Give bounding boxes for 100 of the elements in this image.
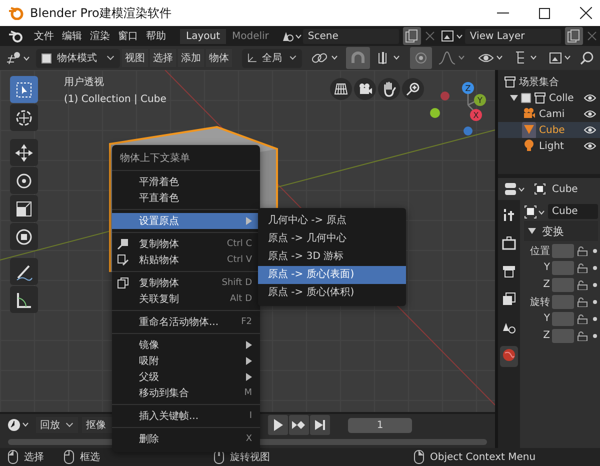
eye-icon[interactable] xyxy=(584,142,596,150)
outliner-item[interactable]: Cami xyxy=(498,106,600,122)
outliner-item[interactable]: 场景集合 xyxy=(498,74,600,90)
keyframe-dot-icon[interactable] xyxy=(593,316,597,320)
zoom-icon[interactable] xyxy=(402,78,424,100)
transform-tool-button[interactable] xyxy=(10,223,38,250)
lock-icon[interactable] xyxy=(576,296,588,306)
menu-item[interactable]: 设置原点 xyxy=(112,213,260,229)
menu-item[interactable]: 关联复制 Alt D xyxy=(112,291,260,307)
copy-icon[interactable] xyxy=(564,27,583,45)
search-icon[interactable] xyxy=(580,51,594,65)
menu-item[interactable]: 父级 xyxy=(112,369,260,385)
measure-tool-button[interactable] xyxy=(10,286,38,313)
timeline-dropdown[interactable]: 回放 xyxy=(36,417,78,433)
world-tab-icon[interactable] xyxy=(500,346,518,367)
workspace-tab[interactable]: Modelir xyxy=(226,28,275,44)
outliner-item[interactable]: Cube xyxy=(498,122,600,138)
number-field[interactable] xyxy=(552,328,574,342)
keyframe-dot-icon[interactable] xyxy=(593,300,597,304)
object-name-field[interactable]: Cube xyxy=(548,204,598,219)
menu-item[interactable]: 删除 X xyxy=(112,431,260,447)
select-tool-button[interactable] xyxy=(10,76,38,103)
menu-item[interactable]: 吸附 xyxy=(112,353,260,369)
object-data-icon[interactable] xyxy=(524,204,546,218)
maximize-icon[interactable] xyxy=(539,8,550,18)
property-label: 旋转 xyxy=(529,296,550,308)
axis-gizmo-drawing[interactable] xyxy=(430,82,486,136)
frame-field[interactable]: 1 xyxy=(348,418,412,432)
image-icon[interactable] xyxy=(440,29,465,43)
lock-icon[interactable] xyxy=(576,280,588,290)
rotate-tool-button[interactable] xyxy=(10,167,38,194)
menu-item[interactable]: 添加 xyxy=(178,49,204,67)
jump-to-end-icon[interactable] xyxy=(310,415,330,435)
menu-item[interactable]: 镜像 xyxy=(112,337,260,353)
outliner-item[interactable]: Light xyxy=(498,138,600,154)
lock-icon[interactable] xyxy=(576,262,588,272)
menu-item[interactable]: 渲染 xyxy=(86,29,114,43)
menu-item[interactable]: 原点 -> 质心(表面) xyxy=(258,266,406,284)
scene-field[interactable]: Scene xyxy=(302,28,399,44)
menu-item[interactable]: 复制物体 Shift D xyxy=(112,275,260,291)
mode-dropdown[interactable]: 物体模式 xyxy=(36,48,120,68)
annotate-tool-button[interactable] xyxy=(10,258,38,285)
keyframe-dot-icon[interactable] xyxy=(593,282,597,286)
keyframe-dot-icon[interactable] xyxy=(593,334,597,338)
expand-arrow-icon[interactable] xyxy=(510,94,518,102)
menu-item[interactable]: 帮助 xyxy=(142,29,170,43)
window-title: Blender Pro建模渲染软件 xyxy=(30,4,172,22)
menu-item[interactable]: 移动到集合 M xyxy=(112,385,260,401)
camera-icon[interactable] xyxy=(354,78,376,100)
number-field[interactable] xyxy=(552,312,574,326)
mouse-icon xyxy=(8,450,18,464)
menu-item[interactable]: 粘贴物体 Ctrl V xyxy=(112,252,260,268)
eye-icon[interactable] xyxy=(584,110,596,118)
number-field[interactable] xyxy=(552,278,574,292)
number-field[interactable] xyxy=(552,294,574,308)
menu-item[interactable]: 窗口 xyxy=(114,29,142,43)
cursor-tool-button[interactable] xyxy=(10,104,38,131)
menu-item[interactable]: 选择 xyxy=(150,49,176,67)
eye-icon[interactable] xyxy=(584,126,596,134)
eye-icon[interactable] xyxy=(584,94,596,102)
view-layer-field[interactable]: View Layer xyxy=(464,28,561,44)
hand-icon[interactable] xyxy=(378,78,400,100)
keyframe-dot-icon[interactable] xyxy=(593,266,597,270)
outliner-item[interactable]: Colle xyxy=(498,90,600,106)
menu-item[interactable]: 几何中心 -> 原点 xyxy=(258,212,406,230)
menu-item[interactable]: 复制物体 Ctrl C xyxy=(112,236,260,252)
property-label: Z xyxy=(542,279,550,290)
axis-label: X xyxy=(473,111,479,120)
number-field[interactable] xyxy=(552,244,574,258)
lock-icon[interactable] xyxy=(576,246,588,256)
menu-item[interactable]: 原点 -> 质心(体积) xyxy=(258,284,406,302)
workspace-tab[interactable]: Layout xyxy=(180,28,226,44)
menu-item[interactable]: 原点 -> 几何中心 xyxy=(258,230,406,248)
close-icon[interactable] xyxy=(580,7,592,19)
next-keyframe-icon[interactable] xyxy=(289,415,309,435)
logo-icon[interactable] xyxy=(8,30,24,42)
property-label: Y xyxy=(542,262,550,273)
copy-icon[interactable] xyxy=(402,27,421,45)
editor-type-icon[interactable] xyxy=(6,51,32,65)
number-field[interactable] xyxy=(552,260,574,274)
keyframe-dot-icon[interactable] xyxy=(593,248,597,252)
menu-item[interactable]: 平滑着色 xyxy=(112,174,260,190)
menu-item[interactable]: 平直着色 xyxy=(112,190,260,206)
grid-icon[interactable] xyxy=(330,78,352,100)
menu-title: 物体上下文菜单 xyxy=(119,152,191,166)
menu-item[interactable]: 文件 xyxy=(30,29,58,43)
menu-item[interactable]: 编辑 xyxy=(58,29,86,43)
menu-item[interactable]: 重命名活动物体... F2 xyxy=(112,314,260,330)
transform-panel-header[interactable]: 变换 xyxy=(524,221,598,241)
lock-icon[interactable] xyxy=(576,314,588,324)
menu-item[interactable]: 原点 -> 3D 游标 xyxy=(258,248,406,266)
move-tool-button[interactable] xyxy=(10,139,38,166)
scale-tool-button[interactable] xyxy=(10,195,38,222)
play-icon[interactable] xyxy=(268,415,288,435)
link-icon[interactable] xyxy=(310,50,340,66)
orientation-dropdown[interactable]: 全局 xyxy=(242,48,302,68)
checkbox[interactable] xyxy=(521,93,531,103)
lock-icon[interactable] xyxy=(576,330,588,340)
menu-item[interactable]: 物体 xyxy=(206,49,232,67)
menu-item[interactable]: 视图 xyxy=(122,49,148,67)
